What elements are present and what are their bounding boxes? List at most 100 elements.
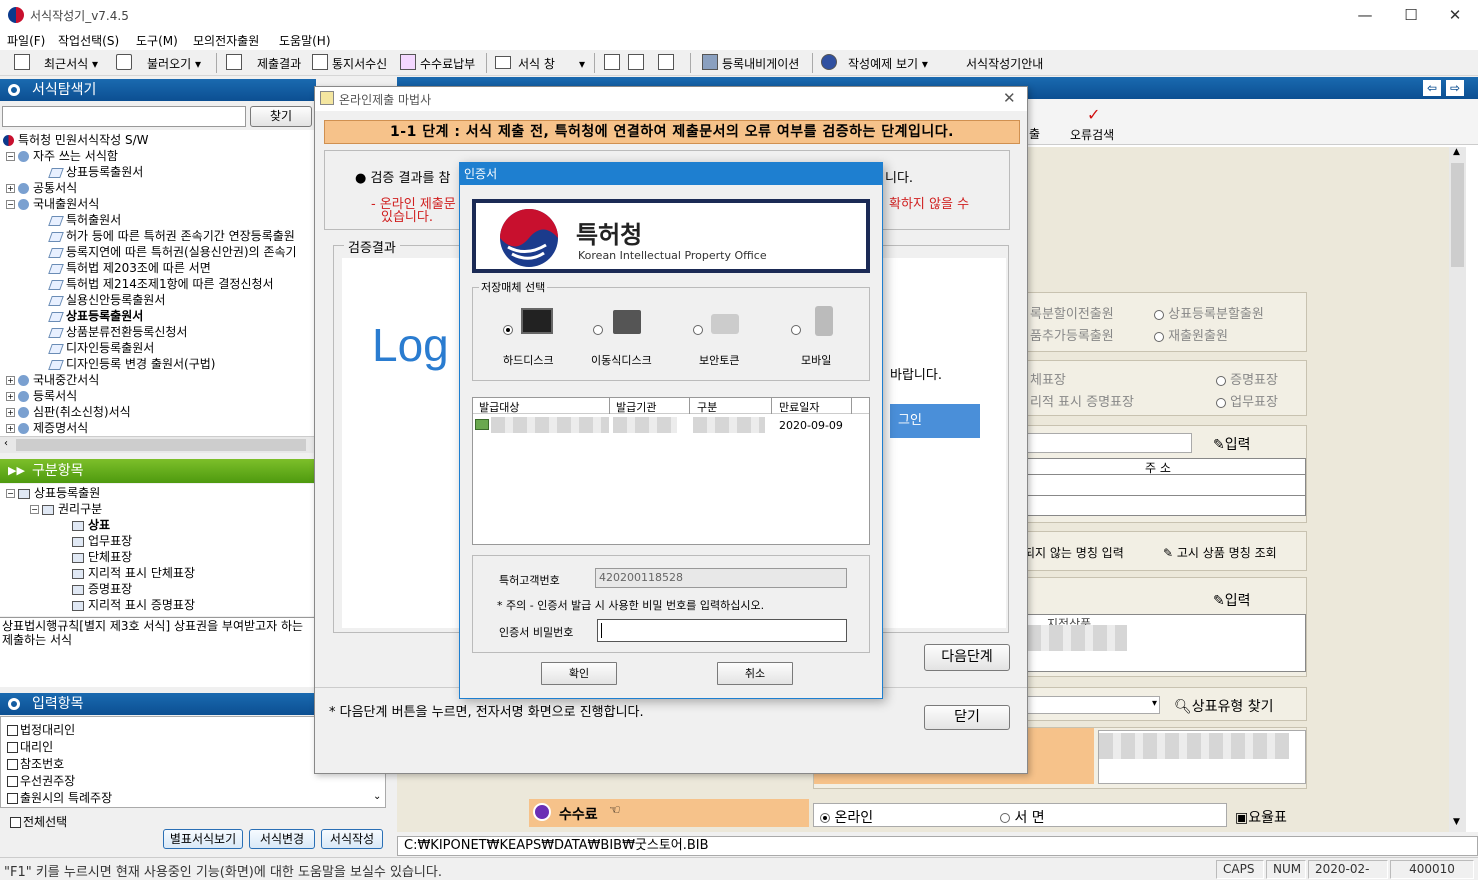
radio-service-mark[interactable]: 업무표장 [1216, 391, 1278, 410]
menu-file[interactable]: 파일(F) [7, 32, 45, 49]
collapse-icon[interactable]: − [30, 505, 39, 514]
scroll-left-icon[interactable]: ‹ [4, 438, 8, 449]
fee-pay-button[interactable]: 수수료납부 [420, 55, 475, 72]
next-arrow-icon[interactable]: ⇨ [1446, 80, 1464, 96]
mobile-icon[interactable] [815, 306, 833, 336]
expand-icon[interactable]: + [6, 392, 15, 401]
collapse-icon[interactable]: − [6, 152, 15, 161]
form-vscrollbar[interactable]: ▲ ▼ [1449, 147, 1466, 832]
menu-mock-filing[interactable]: 모의전자출원 [193, 32, 259, 49]
edit-icon[interactable] [604, 54, 620, 70]
hard-disk-icon[interactable] [521, 308, 553, 334]
mark-type-select[interactable]: ▾ [1010, 696, 1160, 714]
navigation-icon[interactable] [702, 54, 718, 70]
example-icon[interactable] [821, 54, 837, 70]
tree-item[interactable]: + 등록서식 [6, 388, 77, 404]
tree-item[interactable]: 업무표장 [72, 533, 132, 549]
radio-token[interactable] [693, 322, 703, 336]
wizard-close-button[interactable]: 닫기 [924, 705, 1010, 730]
collapse-icon[interactable]: − [6, 200, 15, 209]
cert-list-row[interactable]: 2020-09-09 [473, 416, 869, 434]
open-folder-icon[interactable] [116, 54, 132, 70]
checkbox-priority[interactable]: 우선권주장 [7, 772, 75, 789]
expand-icon[interactable]: + [6, 184, 15, 193]
mark-type-find-link[interactable]: 🔍︎상표유형 찾기 [1174, 696, 1274, 716]
tree-item[interactable]: − 자주 쓰는 서식함 [6, 148, 118, 164]
tree-item[interactable]: 디자인등록출원서 [48, 340, 154, 356]
checkbox-reference[interactable]: 참조번호 [7, 755, 64, 772]
applicant-input[interactable] [1010, 433, 1192, 453]
col-expiry[interactable]: 만료일자 [779, 399, 819, 415]
radio-hard-disk[interactable] [503, 322, 513, 336]
tree-item[interactable]: 허가 등에 따른 특허권 존속기간 연장등록출원 [48, 228, 295, 244]
cert-cancel-button[interactable]: 취소 [717, 662, 793, 685]
tree-item[interactable]: + 심판(취소신청)서식 [6, 404, 131, 420]
scroll-down-icon[interactable]: ⌄ [373, 791, 381, 802]
removable-label[interactable]: 이동식디스크 [591, 352, 652, 368]
eraser-icon[interactable] [628, 54, 644, 70]
radio-split[interactable]: 상표등록분할출원 [1154, 303, 1264, 322]
scroll-thumb[interactable] [1451, 163, 1464, 267]
tree-item[interactable]: − 상표등록출원 [6, 485, 100, 501]
col-type[interactable]: 구분 [697, 399, 717, 415]
submit-partial-label[interactable]: 출 [1029, 125, 1040, 142]
tree-item[interactable]: 특허출원서 [48, 212, 121, 228]
recent-forms-button[interactable]: 최근서식 ▾ [44, 55, 98, 72]
form-window-button[interactable]: 서식 창 ▾ [518, 55, 585, 72]
hard-disk-label[interactable]: 하드디스크 [503, 352, 554, 368]
menu-help[interactable]: 도움말(H) [279, 32, 331, 49]
mobile-label[interactable]: 모바일 [801, 352, 831, 368]
tree-item[interactable]: 상표등록출원서 [48, 164, 143, 180]
tree-item[interactable]: 상표 [72, 517, 110, 533]
explorer-search-input[interactable] [2, 106, 246, 127]
radio-removable[interactable] [593, 322, 603, 336]
checkbox-agent[interactable]: 대리인 [7, 738, 53, 755]
login-button[interactable]: 그인 [890, 404, 980, 438]
submit-result-button[interactable]: 제출결과 [257, 55, 301, 72]
explorer-hscrollbar[interactable]: ‹ [0, 436, 316, 453]
next-step-button[interactable]: 다음단계 [924, 644, 1010, 671]
tree-item[interactable]: + 제증명서식 [6, 420, 88, 436]
expand-icon[interactable]: + [6, 408, 15, 417]
load-button[interactable]: 불러오기 ▾ [147, 55, 201, 72]
fee-pay-icon[interactable] [400, 54, 416, 70]
select-all-checkbox[interactable]: 전체선택 [10, 813, 67, 830]
scroll-thumb[interactable] [16, 439, 306, 451]
tree-item[interactable]: 디자인등록 변경 출원서(구법) [48, 356, 215, 372]
col-subject[interactable]: 발급대상 [479, 399, 519, 415]
new-doc-icon[interactable] [14, 54, 30, 70]
find-button[interactable]: 찾기 [250, 106, 312, 127]
radio-mobile[interactable] [791, 322, 801, 336]
close-button[interactable]: ✕ [1432, 0, 1478, 30]
menu-tools[interactable]: 도구(M) [136, 32, 178, 49]
input-link[interactable]: ✎입력 [1213, 590, 1251, 610]
tree-item[interactable]: 특허법 제203조에 따른 서면 [48, 260, 211, 276]
attachment-view-button[interactable]: 별표서식보기 [163, 829, 243, 849]
radio-refile[interactable]: 재출원출원 [1154, 325, 1228, 344]
checkbox-special[interactable]: 출원시의 특례주장 [7, 789, 112, 806]
radio-cert-mark[interactable]: 증명표장 [1216, 369, 1278, 388]
reg-navigation-button[interactable]: 등록내비게이션 [722, 55, 799, 72]
error-check-button[interactable]: 오류검색 [1070, 126, 1114, 143]
minimize-button[interactable]: — [1342, 0, 1388, 30]
radio-label[interactable]: 리적 표시 증명표장 [1030, 391, 1134, 410]
tree-item[interactable]: − 권리구분 [30, 501, 102, 517]
maximize-button[interactable]: ☐ [1388, 0, 1434, 30]
menu-task[interactable]: 작업선택(S) [58, 32, 119, 49]
tree-item[interactable]: 특허법 제214조제1항에 따른 결정신청서 [48, 276, 274, 292]
tree-item[interactable]: 지리적 표시 단체표장 [72, 565, 195, 581]
tree-item[interactable]: 상품분류전환등록신청서 [48, 324, 187, 340]
input-link[interactable]: ✎입력 [1213, 434, 1251, 454]
submit-result-icon[interactable] [226, 54, 242, 70]
print-icon[interactable] [658, 54, 674, 70]
window-icon[interactable] [495, 56, 511, 69]
fee-table-link[interactable]: ▣요율표 [1235, 807, 1287, 827]
tree-item[interactable]: − 국내출원서식 [6, 196, 99, 212]
checkbox-legal-agent[interactable]: 법정대리인 [7, 721, 75, 738]
col-issuer[interactable]: 발급기관 [616, 399, 656, 415]
guide-button[interactable]: 서식작성기안내 [966, 55, 1043, 72]
radio-label[interactable]: 체표장 [1030, 369, 1066, 388]
radio-online[interactable]: 온라인 [820, 807, 873, 827]
tree-item[interactable]: 특허청 민원서식작성 S/W [3, 132, 149, 148]
expand-icon[interactable]: + [6, 424, 15, 433]
